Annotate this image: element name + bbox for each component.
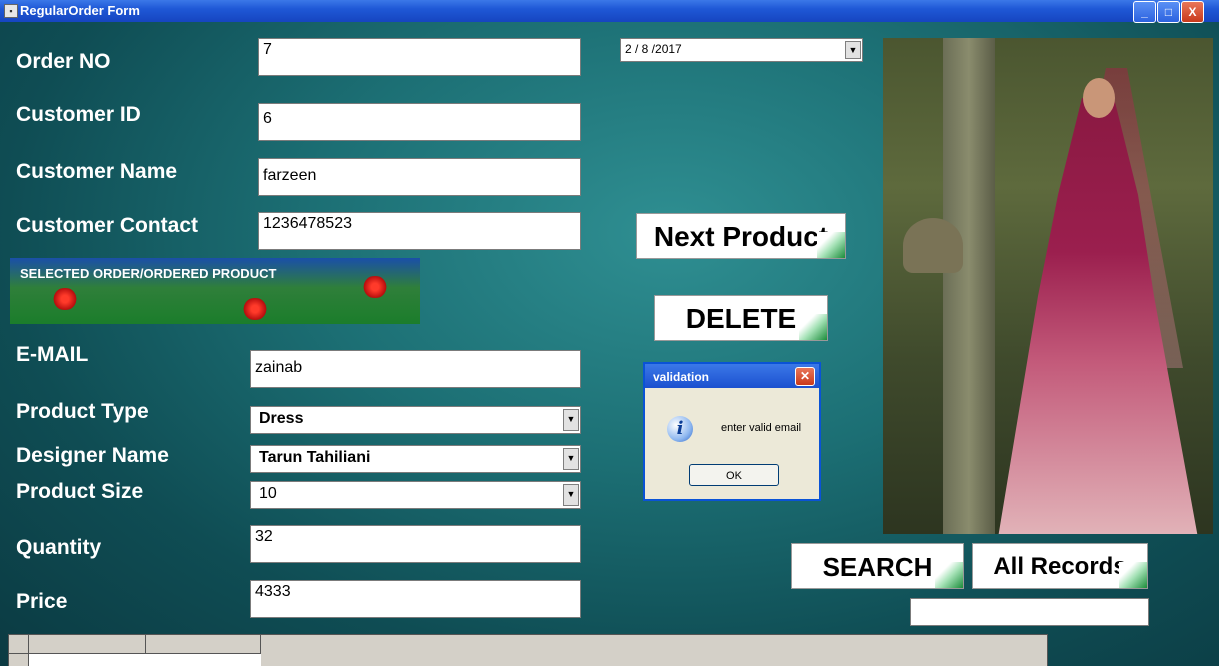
ok-button[interactable]: OK: [689, 464, 779, 486]
customer-contact-label: Customer Contact: [16, 214, 199, 237]
email-label: E-MAIL: [16, 343, 89, 366]
search-input[interactable]: [910, 598, 1149, 626]
rose-image: [50, 288, 80, 310]
minimize-button[interactable]: _: [1133, 1, 1156, 23]
chevron-down-icon[interactable]: ▼: [845, 41, 861, 59]
product-photo: [883, 38, 1213, 534]
delete-label: DELETE: [685, 303, 797, 334]
customer-id-label: Customer ID: [16, 103, 141, 126]
close-button[interactable]: X: [1181, 1, 1204, 23]
next-product-button[interactable]: Next Product: [636, 213, 846, 259]
search-label: SEARCH: [822, 552, 933, 582]
records-grid[interactable]: [8, 634, 1048, 666]
regular-order-window: ▪ RegularOrder Form _ □ X Order NO Custo…: [0, 0, 1219, 666]
photo-model: [1083, 78, 1115, 118]
banner-text: SELECTED ORDER/ORDERED PRODUCT: [20, 266, 277, 281]
chevron-down-icon[interactable]: ▼: [563, 448, 579, 470]
selected-order-banner: SELECTED ORDER/ORDERED PRODUCT: [10, 258, 420, 324]
dialog-title: validation: [653, 370, 710, 384]
grid-row-header: [9, 635, 29, 666]
leaf-icon: [935, 562, 963, 588]
price-label: Price: [16, 590, 68, 613]
price-field[interactable]: 4333: [250, 580, 581, 618]
rose-image: [240, 298, 270, 320]
validation-dialog: validation ✕ i enter valid email OK: [643, 362, 821, 501]
chevron-down-icon[interactable]: ▼: [563, 484, 579, 506]
designer-name-value: Tarun Tahiliani: [259, 449, 371, 466]
designer-name-label: Designer Name: [16, 444, 169, 467]
quantity-field[interactable]: 32: [250, 525, 581, 563]
window-title: RegularOrder Form: [20, 3, 140, 18]
photo-urn: [903, 218, 963, 273]
product-size-value: 10: [259, 485, 277, 502]
order-date-value: 2 / 8 /2017: [625, 42, 682, 56]
app-icon: ▪: [4, 4, 18, 18]
delete-button[interactable]: DELETE: [654, 295, 828, 341]
customer-id-field[interactable]: 6: [258, 103, 581, 141]
designer-name-select[interactable]: Tarun Tahiliani ▼: [250, 445, 581, 473]
grid-row[interactable]: [29, 654, 261, 666]
maximize-button[interactable]: □: [1157, 1, 1180, 23]
rose-image: [360, 276, 390, 298]
leaf-icon: [1119, 562, 1147, 588]
photo-pillar: [943, 38, 995, 534]
all-records-label: All Records: [993, 553, 1127, 580]
leaf-icon: [817, 232, 845, 258]
product-type-select[interactable]: Dress ▼: [250, 406, 581, 434]
dialog-close-button[interactable]: ✕: [795, 367, 815, 386]
title-bar[interactable]: ▪ RegularOrder Form _ □ X: [0, 0, 1219, 23]
email-field[interactable]: zainab: [250, 350, 581, 388]
search-button[interactable]: SEARCH: [791, 543, 964, 589]
chevron-down-icon[interactable]: ▼: [563, 409, 579, 431]
order-no-field[interactable]: 7: [258, 38, 581, 76]
product-size-select[interactable]: 10 ▼: [250, 481, 581, 509]
customer-contact-field[interactable]: 1236478523: [258, 212, 581, 250]
next-product-label: Next Product: [653, 221, 829, 252]
quantity-label: Quantity: [16, 536, 102, 559]
grid-divider: [9, 653, 261, 654]
order-no-label: Order NO: [16, 50, 111, 73]
product-size-label: Product Size: [16, 480, 144, 503]
customer-name-label: Customer Name: [16, 160, 178, 183]
leaf-icon: [799, 314, 827, 340]
customer-name-field[interactable]: farzeen: [258, 158, 581, 196]
order-date-picker[interactable]: 2 / 8 /2017 ▼: [620, 38, 863, 62]
info-icon: i: [667, 416, 693, 442]
product-type-value: Dress: [259, 410, 304, 427]
dialog-message: enter valid email: [721, 422, 802, 434]
all-records-button[interactable]: All Records: [972, 543, 1148, 589]
product-type-label: Product Type: [16, 400, 149, 423]
dialog-title-bar[interactable]: validation ✕: [645, 364, 819, 388]
